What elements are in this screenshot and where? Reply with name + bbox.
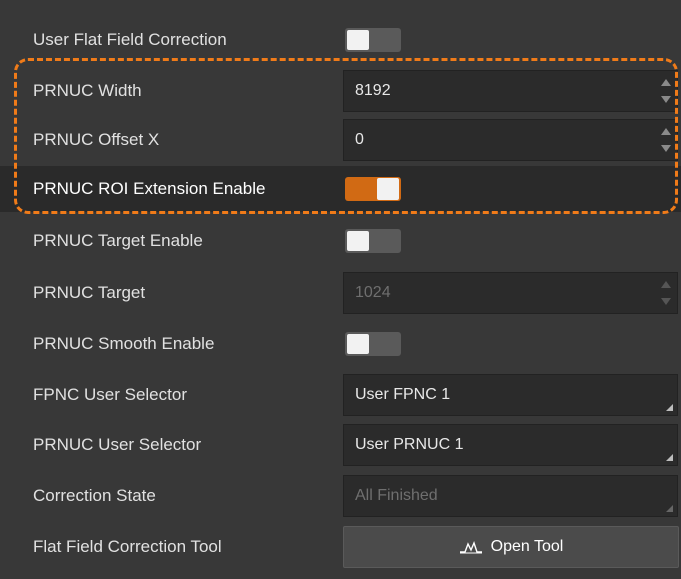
dropdown-corner-icon <box>666 454 673 461</box>
row-prnuc-offset-x: PRNUC Offset X 0 <box>0 117 681 163</box>
label-prnuc-target-enable: PRNUC Target Enable <box>33 231 203 250</box>
open-tool-button[interactable]: Open Tool <box>343 526 679 568</box>
prnuc-user-selector-combo[interactable]: User PRNUC 1 <box>343 424 678 466</box>
row-prnuc-target-enable: PRNUC Target Enable <box>0 218 681 264</box>
row-correction-state: Correction State All Finished <box>0 473 681 519</box>
prnuc-offset-x-value: 0 <box>355 131 364 148</box>
spin-buttons[interactable] <box>661 126 671 154</box>
toggle-knob <box>347 30 369 50</box>
row-prnuc-user-selector: PRNUC User Selector User PRNUC 1 <box>0 422 681 468</box>
toggle-knob <box>347 334 369 354</box>
prnuc-smooth-enable-toggle[interactable] <box>345 332 401 356</box>
spin-buttons <box>661 279 671 307</box>
row-prnuc-roi-extension-enable: PRNUC ROI Extension Enable <box>0 166 681 212</box>
row-prnuc-width: PRNUC Width 8192 <box>0 68 681 114</box>
waveform-icon <box>459 541 482 554</box>
spin-buttons[interactable] <box>661 77 671 105</box>
label-prnuc-target: PRNUC Target <box>33 283 146 302</box>
prnuc-user-selector-value: User PRNUC 1 <box>355 436 464 453</box>
correction-state-combo: All Finished <box>343 475 678 517</box>
label-user-flat-field-correction: User Flat Field Correction <box>33 30 227 49</box>
spin-up-icon[interactable] <box>661 79 671 86</box>
label-correction-state: Correction State <box>33 486 156 505</box>
user-flat-field-correction-toggle[interactable] <box>345 28 401 52</box>
correction-state-value: All Finished <box>355 487 438 504</box>
fpnc-user-selector-combo[interactable]: User FPNC 1 <box>343 374 678 416</box>
prnuc-target-value: 1024 <box>355 284 391 301</box>
prnuc-target-enable-toggle[interactable] <box>345 229 401 253</box>
label-flat-field-correction-tool: Flat Field Correction Tool <box>33 537 222 556</box>
toggle-knob <box>377 178 399 200</box>
label-prnuc-offset-x: PRNUC Offset X <box>33 130 160 149</box>
row-flat-field-correction-tool: Flat Field Correction Tool Open Tool <box>0 524 681 570</box>
label-prnuc-smooth-enable: PRNUC Smooth Enable <box>33 334 215 353</box>
spin-down-icon[interactable] <box>661 96 671 103</box>
prnuc-width-input[interactable]: 8192 <box>343 70 678 112</box>
dropdown-corner-icon <box>666 505 673 512</box>
row-fpnc-user-selector: FPNC User Selector User FPNC 1 <box>0 372 681 418</box>
spin-down-icon[interactable] <box>661 145 671 152</box>
prnuc-roi-extension-enable-toggle[interactable] <box>345 177 401 201</box>
label-prnuc-width: PRNUC Width <box>33 81 142 100</box>
label-prnuc-roi-extension-enable: PRNUC ROI Extension Enable <box>33 179 266 198</box>
dropdown-corner-icon <box>666 404 673 411</box>
prnuc-target-input: 1024 <box>343 272 678 314</box>
spin-up-icon <box>661 281 671 288</box>
prnuc-offset-x-input[interactable]: 0 <box>343 119 678 161</box>
row-user-flat-field-correction: User Flat Field Correction <box>0 17 681 63</box>
toggle-knob <box>347 231 369 251</box>
row-prnuc-target: PRNUC Target 1024 <box>0 270 681 316</box>
fpnc-user-selector-value: User FPNC 1 <box>355 386 451 403</box>
row-prnuc-smooth-enable: PRNUC Smooth Enable <box>0 321 681 367</box>
open-tool-label: Open Tool <box>490 538 564 555</box>
prnuc-width-value: 8192 <box>355 82 391 99</box>
label-prnuc-user-selector: PRNUC User Selector <box>33 435 202 454</box>
spin-down-icon <box>661 298 671 305</box>
label-fpnc-user-selector: FPNC User Selector <box>33 385 187 404</box>
property-panel: User Flat Field Correction PRNUC Width 8… <box>0 0 681 579</box>
spin-up-icon[interactable] <box>661 128 671 135</box>
